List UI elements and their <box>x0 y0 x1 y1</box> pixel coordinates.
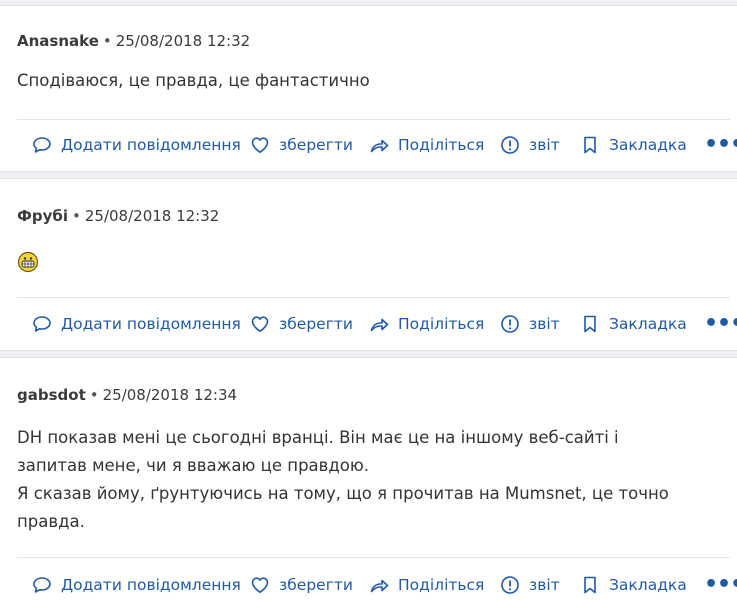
divider <box>17 119 730 120</box>
post-text-line: Сподіваюся, це правда, це фантастично <box>17 71 370 90</box>
post-separator <box>0 0 737 6</box>
report-label: звіт <box>529 576 560 594</box>
divider <box>17 297 730 298</box>
post-date: 25/08/2018 12:32 <box>115 32 251 50</box>
reply-button[interactable]: Додати повідомлення <box>32 314 250 334</box>
bookmark-label: Закладка <box>609 136 687 154</box>
save-label: зберегти <box>279 315 353 333</box>
post-body: DH показав мені це сьогодні вранці. Він … <box>17 424 669 536</box>
share-label: Поділіться <box>398 136 485 154</box>
bookmark-button[interactable]: Закладка <box>580 314 687 334</box>
bookmark-button[interactable]: Закладка <box>580 135 687 155</box>
post-actions: Додати повідомлення зберегти Поділіться … <box>32 573 687 597</box>
bookmark-label: Закладка <box>609 576 687 594</box>
heart-icon <box>251 577 269 593</box>
save-button[interactable]: зберегти <box>250 135 369 155</box>
save-label: зберегти <box>279 136 353 154</box>
exclamation-circle-icon <box>501 576 519 594</box>
reply-label: Додати повідомлення <box>61 136 241 154</box>
share-label: Поділіться <box>398 576 485 594</box>
report-label: звіт <box>529 315 560 333</box>
share-arrow-icon <box>370 139 389 153</box>
post-actions: Додати повідомлення зберегти Поділіться … <box>32 312 687 336</box>
share-arrow-icon <box>370 318 389 332</box>
post-header: gabsdot • 25/08/2018 12:34 <box>17 386 237 404</box>
bookmark-icon <box>584 136 596 154</box>
save-button[interactable]: зберегти <box>250 314 369 334</box>
share-button[interactable]: Поділіться <box>369 314 500 334</box>
grinning-face-icon <box>17 251 39 277</box>
divider <box>17 557 730 558</box>
bookmark-icon <box>584 315 596 333</box>
heart-icon <box>251 137 269 153</box>
bookmark-label: Закладка <box>609 315 687 333</box>
more-options-button[interactable]: ••• <box>704 132 737 157</box>
report-label: звіт <box>529 136 560 154</box>
report-button[interactable]: звіт <box>500 314 580 334</box>
meta-separator: • <box>72 207 81 225</box>
post-date: 25/08/2018 12:32 <box>84 207 220 225</box>
post-separator <box>0 171 737 179</box>
exclamation-circle-icon <box>501 315 519 333</box>
share-button[interactable]: Поділіться <box>369 575 500 595</box>
share-arrow-icon <box>370 579 389 593</box>
report-button[interactable]: звіт <box>500 135 580 155</box>
post-text-line: Я сказав йому, ґрунтуючись на тому, що я… <box>17 484 669 503</box>
post-text-line: запитав мене, чи я вважаю це правдою. <box>17 456 370 475</box>
author-name[interactable]: gabsdot <box>17 386 86 404</box>
share-button[interactable]: Поділіться <box>369 135 500 155</box>
reply-button[interactable]: Додати повідомлення <box>32 135 250 155</box>
post-text-line: DH показав мені це сьогодні вранці. Він … <box>17 428 619 447</box>
meta-separator: • <box>89 386 99 404</box>
heart-icon <box>251 316 269 332</box>
meta-separator: • <box>102 32 112 50</box>
speech-bubble-icon <box>33 577 51 593</box>
more-options-button[interactable]: ••• <box>704 311 737 336</box>
save-button[interactable]: зберегти <box>250 575 369 595</box>
post-date: 25/08/2018 12:34 <box>102 386 238 404</box>
speech-bubble-icon <box>33 316 51 332</box>
post-body: Сподіваюся, це правда, це фантастично <box>17 67 370 95</box>
author-name[interactable]: Фрубі <box>17 207 68 225</box>
exclamation-circle-icon <box>501 136 519 154</box>
more-options-button[interactable]: ••• <box>704 572 737 597</box>
report-button[interactable]: звіт <box>500 575 580 595</box>
share-label: Поділіться <box>398 315 485 333</box>
post-separator <box>0 350 737 358</box>
bookmark-button[interactable]: Закладка <box>580 575 687 595</box>
post-header: Фрубі • 25/08/2018 12:32 <box>17 207 219 225</box>
reply-label: Додати повідомлення <box>61 315 241 333</box>
save-label: зберегти <box>279 576 353 594</box>
post-text-line: правда. <box>17 512 85 531</box>
author-name[interactable]: Anasnake <box>17 32 99 50</box>
reply-label: Додати повідомлення <box>61 576 241 594</box>
speech-bubble-icon <box>33 137 51 153</box>
post-header: Anasnake • 25/08/2018 12:32 <box>17 32 250 50</box>
bookmark-icon <box>584 576 596 594</box>
reply-button[interactable]: Додати повідомлення <box>32 575 250 595</box>
post-actions: Додати повідомлення зберегти Поділіться … <box>32 133 687 157</box>
